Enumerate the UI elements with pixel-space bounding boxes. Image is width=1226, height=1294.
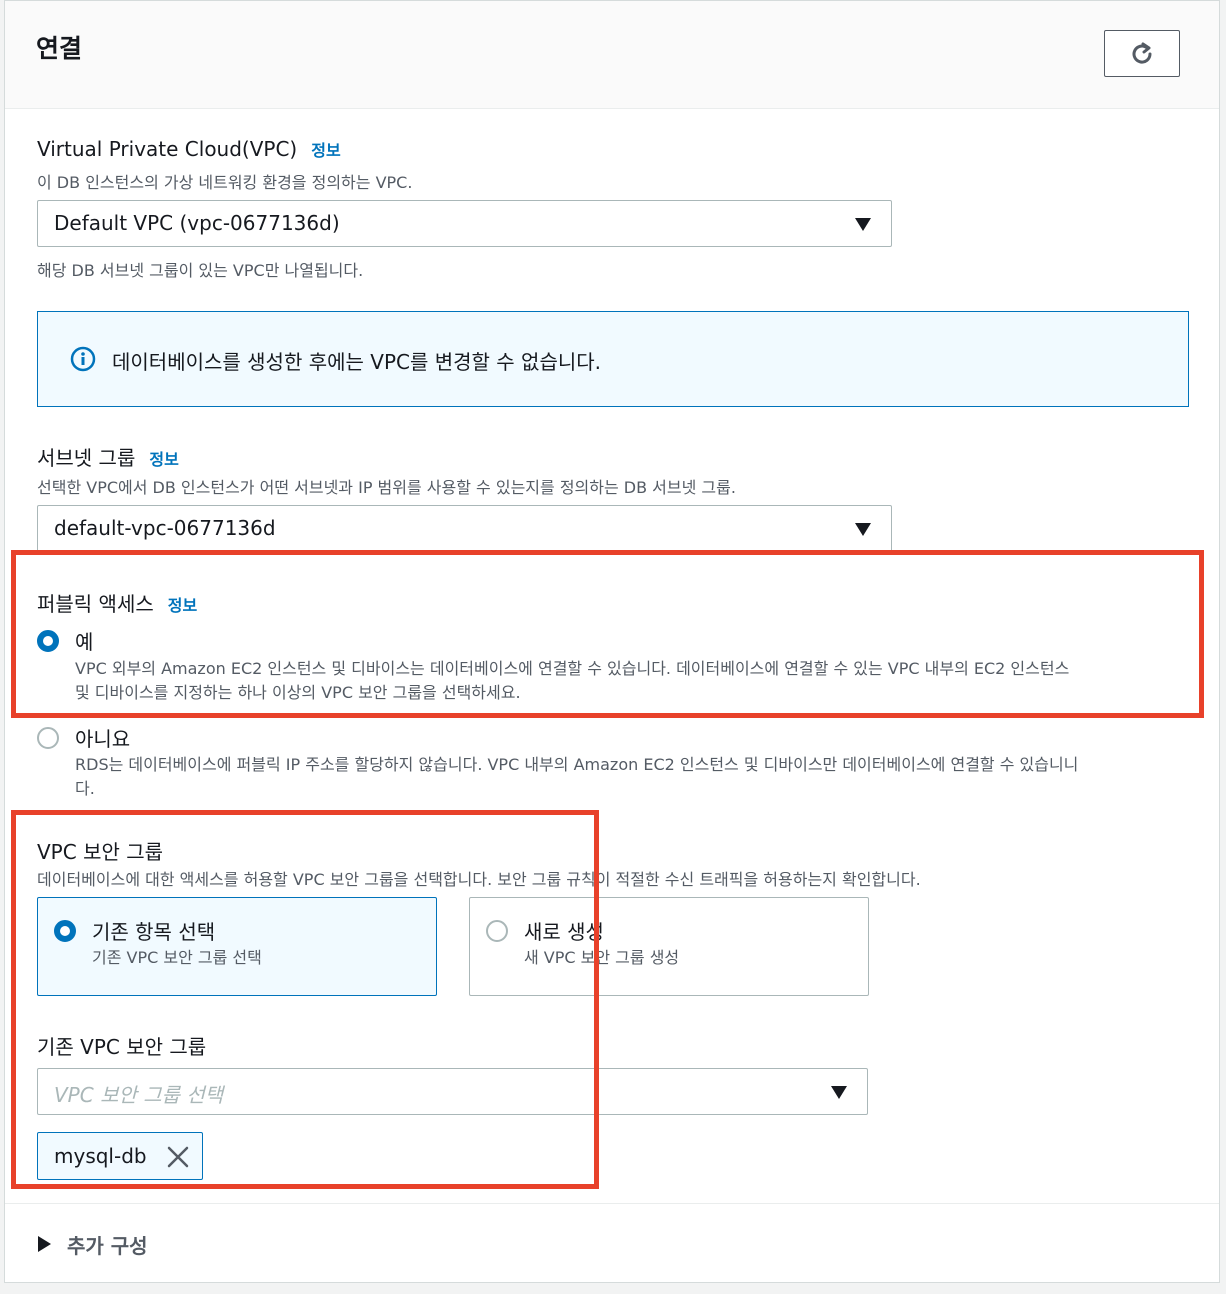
caret-right-icon[interactable] [38, 1236, 51, 1252]
subnet-label-row: 서브넷 그룹 정보 [37, 442, 179, 471]
refresh-button[interactable] [1104, 30, 1180, 77]
info-icon [70, 346, 96, 372]
info-alert: 데이터베이스를 생성한 후에는 VPC를 변경할 수 없습니다. [37, 311, 1189, 407]
public-access-no-desc-1: RDS는 데이터베이스에 퍼블릭 IP 주소를 할당하지 않습니다. VPC 내… [75, 755, 1079, 774]
vpc-label-row: Virtual Private Cloud(VPC) 정보 [37, 137, 341, 161]
highlight-box-security-group [11, 810, 599, 1189]
vpc-description: 이 DB 인스턴스의 가상 네트워킹 환경을 정의하는 VPC. [37, 173, 413, 192]
vpc-label: Virtual Private Cloud(VPC) [37, 137, 298, 161]
alert-text: 데이터베이스를 생성한 후에는 VPC를 변경할 수 없습니다. [112, 350, 602, 374]
public-access-no-label[interactable]: 아니요 [75, 723, 130, 752]
public-access-no-desc-2: 다. [75, 779, 95, 798]
subnet-select-value: default-vpc-0677136d [54, 516, 276, 540]
caret-down-icon [831, 1086, 847, 1099]
panel-title: 연결 [36, 34, 83, 63]
refresh-icon [1132, 42, 1152, 63]
caret-down-icon [855, 218, 871, 231]
public-access-no-radio[interactable] [37, 727, 59, 749]
additional-config-toggle[interactable]: 추가 구성 [67, 1230, 148, 1259]
panel-header: 연결 [5, 1, 1219, 109]
caret-down-icon [855, 523, 871, 536]
vpc-hint: 해당 DB 서브넷 그룹이 있는 VPC만 나열됩니다. [37, 261, 364, 280]
vpc-select[interactable]: Default VPC (vpc-0677136d) [37, 200, 892, 247]
highlight-box-public-access [11, 550, 1204, 718]
subnet-info-link[interactable]: 정보 [149, 450, 178, 469]
subnet-description: 선택한 VPC에서 DB 인스턴스가 어떤 서브넷과 IP 범위를 사용할 수 … [37, 478, 736, 497]
divider [5, 1203, 1219, 1204]
subnet-label: 서브넷 그룹 [37, 446, 136, 470]
subnet-select[interactable]: default-vpc-0677136d [37, 505, 892, 552]
vpc-info-link[interactable]: 정보 [311, 141, 340, 160]
vpc-select-value: Default VPC (vpc-0677136d) [54, 211, 340, 235]
